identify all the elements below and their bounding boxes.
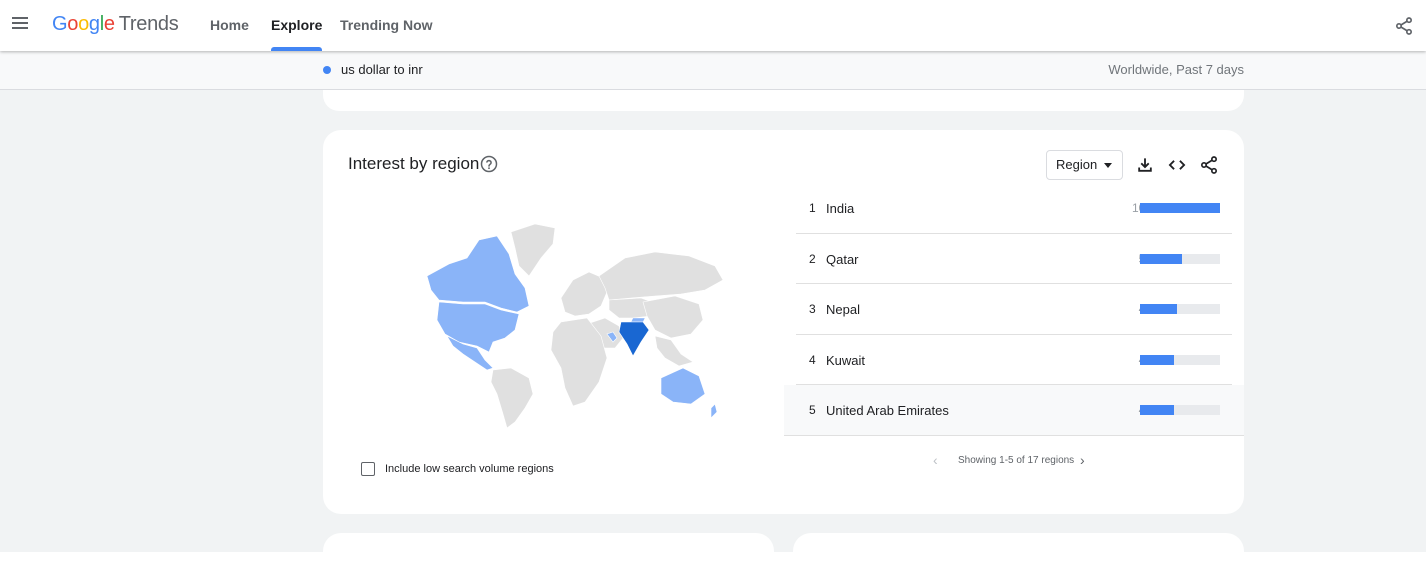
map-region-new-zealand	[710, 403, 718, 419]
value-bar	[1140, 354, 1220, 365]
map-region-south-america	[490, 367, 534, 429]
map-region-china	[642, 295, 704, 339]
value-bar-fill	[1140, 354, 1174, 365]
term-color-dot	[323, 66, 331, 74]
interest-by-region-card: Interest by region Region Include low se…	[323, 130, 1244, 514]
low-volume-checkbox-label: Include low search volume regions	[385, 463, 554, 475]
list-item[interactable]: 4 Kuwait 42	[796, 335, 1232, 385]
map-region-nepal	[630, 317, 646, 323]
search-term-bar: us dollar to inr Worldwide, Past 7 days	[0, 51, 1426, 90]
rank-number: 5	[809, 403, 816, 417]
map-region-southeast-asia	[654, 335, 694, 367]
low-volume-checkbox[interactable]	[361, 462, 375, 476]
region-name: Qatar	[826, 251, 859, 267]
pager-next-button[interactable]: ›	[1080, 452, 1085, 468]
pager-prev-button[interactable]: ‹	[933, 452, 938, 468]
nav-explore[interactable]: Explore	[271, 0, 323, 51]
rank-number: 4	[809, 352, 816, 367]
map-region-canada	[426, 235, 530, 313]
list-item[interactable]: 1 India 100	[796, 183, 1232, 234]
share-icon[interactable]	[1394, 16, 1414, 36]
value-bar	[1140, 203, 1220, 213]
embed-code-icon[interactable]	[1167, 155, 1187, 175]
resolution-select[interactable]: Region	[1046, 150, 1123, 180]
region-name: United Arab Emirates	[826, 403, 949, 418]
nav-home[interactable]: Home	[210, 0, 249, 51]
next-card-left	[323, 533, 774, 566]
search-term[interactable]: us dollar to inr	[341, 62, 423, 77]
rank-number: 1	[809, 201, 816, 215]
help-icon[interactable]	[480, 155, 498, 173]
list-item[interactable]: 2 Qatar 53	[796, 234, 1232, 284]
map-region-russia	[598, 251, 723, 301]
google-trends-logo[interactable]: Google Trends	[52, 13, 179, 36]
card-title: Interest by region	[348, 154, 480, 173]
region-ranking-list: 1 India 100 2 Qatar 53 3 Nepal 46 4 Kuwa…	[784, 183, 1244, 436]
rank-number: 3	[809, 302, 816, 316]
region-name: Nepal	[826, 302, 860, 317]
region-name: India	[826, 201, 855, 216]
share-icon[interactable]	[1199, 155, 1219, 175]
nav-trending-now[interactable]: Trending Now	[340, 0, 433, 51]
value-bar	[1140, 253, 1220, 264]
menu-icon[interactable]	[10, 15, 30, 35]
map-region-australia	[660, 367, 706, 405]
list-item[interactable]: 5 United Arab Emirates 42	[784, 385, 1244, 436]
value-bar-fill	[1140, 405, 1174, 415]
map-region-india	[618, 321, 650, 357]
world-map[interactable]	[393, 218, 723, 430]
top-app-bar: Google Trends Home Explore Trending Now	[0, 0, 1426, 51]
list-item[interactable]: 3 Nepal 46	[796, 284, 1232, 335]
value-bar	[1140, 304, 1220, 314]
value-bar-fill	[1140, 253, 1183, 264]
resolution-select-value: Region	[1056, 157, 1098, 172]
rank-number: 2	[809, 251, 816, 266]
value-bar-fill	[1140, 203, 1220, 213]
value-bar	[1140, 405, 1220, 415]
low-volume-checkbox-row[interactable]: Include low search volume regions	[361, 462, 554, 476]
download-icon[interactable]	[1135, 155, 1155, 175]
search-scope: Worldwide, Past 7 days	[1108, 62, 1244, 77]
pager-status: Showing 1-5 of 17 regions	[958, 455, 1075, 466]
chevron-down-icon	[1104, 163, 1112, 168]
map-region-greenland	[510, 223, 556, 277]
value-bar-fill	[1140, 304, 1177, 314]
region-name: Kuwait	[826, 352, 866, 368]
next-card-right	[793, 533, 1244, 566]
